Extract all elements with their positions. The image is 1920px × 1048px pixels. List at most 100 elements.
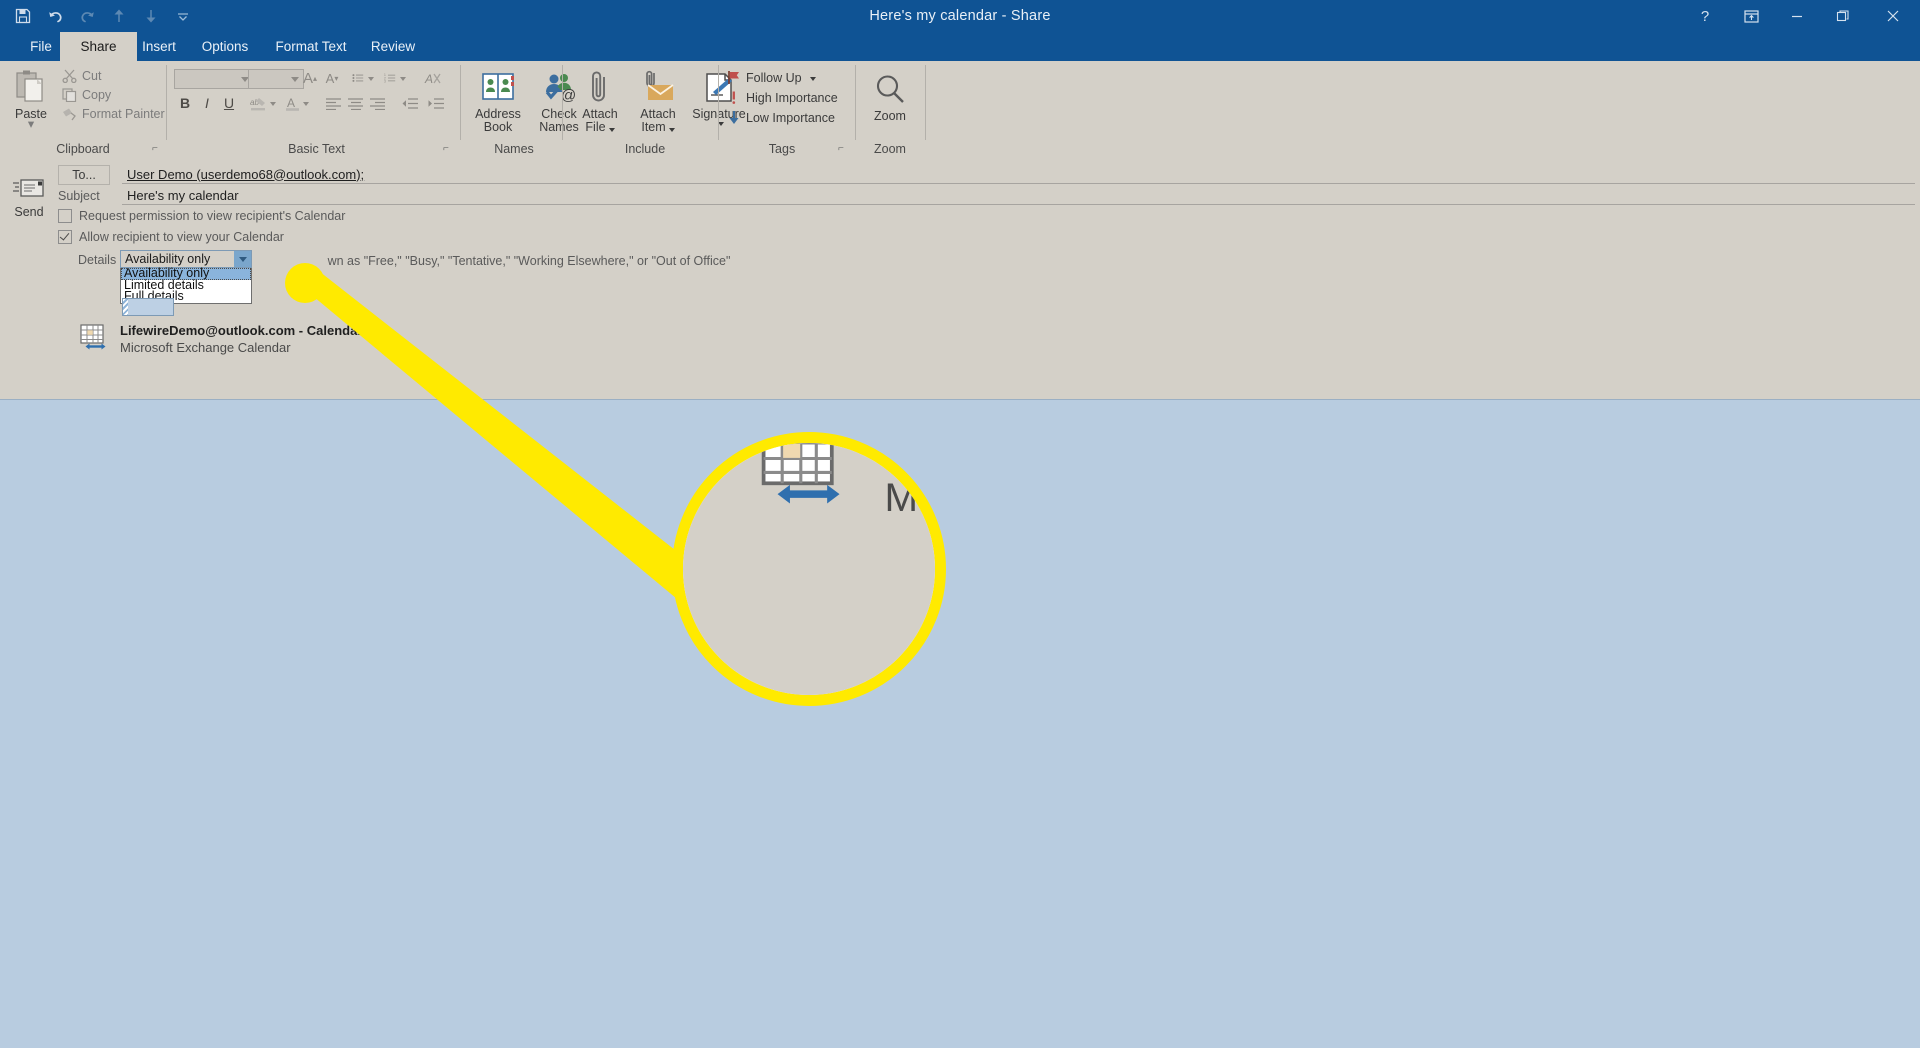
- font-size-combo[interactable]: [248, 69, 304, 89]
- align-left-icon[interactable]: [322, 93, 344, 113]
- details-dropdown[interactable]: Availability only Availability only Limi…: [120, 250, 252, 304]
- paperclip-icon: [587, 65, 613, 105]
- format-painter-button[interactable]: Format Painter: [62, 107, 165, 121]
- subject-field[interactable]: Here's my calendar: [122, 186, 1915, 205]
- high-importance-label: High Importance: [746, 90, 838, 105]
- low-importance-label: Low Importance: [746, 110, 835, 125]
- calendar-attachment-icon: [80, 323, 110, 351]
- allow-view-label: Allow recipient to view your Calendar: [79, 230, 284, 244]
- basic-text-dialog-launcher[interactable]: ⌐: [443, 143, 455, 155]
- high-importance-button[interactable]: High Importance: [727, 90, 838, 105]
- redo-icon[interactable]: [72, 2, 102, 30]
- attach-file-label-2: File: [585, 121, 615, 134]
- paste-icon: [14, 65, 48, 105]
- numbering-icon[interactable]: 123: [384, 69, 406, 87]
- paste-button[interactable]: Paste ▾: [8, 65, 54, 131]
- increase-indent-icon[interactable]: [424, 93, 448, 113]
- request-permission-checkbox[interactable]: [58, 209, 72, 223]
- address-book-button[interactable]: Address Book: [468, 65, 528, 134]
- details-help-text: Calendar will be shown as "Free," "Busy,…: [327, 254, 731, 268]
- to-button[interactable]: To...: [58, 165, 110, 185]
- request-permission-label: Request permission to view recipient's C…: [79, 209, 346, 223]
- send-envelope-icon: [13, 178, 44, 197]
- minimize-icon[interactable]: [1774, 0, 1820, 32]
- chevron-down-icon[interactable]: [234, 251, 251, 267]
- allow-view-checkbox[interactable]: [58, 230, 72, 244]
- decrease-indent-icon[interactable]: [398, 93, 422, 113]
- shrink-font-icon[interactable]: A ▾: [322, 69, 342, 87]
- group-label-tags: Tags: [768, 142, 796, 156]
- cut-button[interactable]: Cut: [62, 69, 101, 83]
- svg-text:3: 3: [384, 80, 386, 84]
- clipboard-dialog-launcher[interactable]: ⌐: [152, 143, 164, 155]
- format-painter-icon: [63, 108, 76, 121]
- font-color-icon[interactable]: A: [282, 93, 312, 113]
- address-book-icon: [480, 65, 516, 105]
- allow-view-checkbox-row[interactable]: Allow recipient to view your Calendar: [58, 230, 284, 244]
- message-body[interactable]: [0, 399, 1920, 1048]
- group-label-zoom: Zoom: [874, 142, 906, 156]
- send-label: Send: [14, 204, 44, 219]
- exclamation-icon: [732, 91, 736, 104]
- chevron-down-icon: [291, 76, 299, 82]
- cut-icon: [62, 69, 77, 83]
- follow-up-label: Follow Up: [746, 70, 802, 85]
- align-right-icon[interactable]: [366, 93, 388, 113]
- attachment-item[interactable]: LifewireDemo@outlook.com - Calendar Micr…: [80, 323, 362, 355]
- close-icon[interactable]: [1866, 0, 1920, 32]
- group-label-clipboard: Clipboard: [56, 142, 110, 156]
- tags-dialog-launcher[interactable]: ⌐: [838, 143, 850, 155]
- copy-button[interactable]: Copy: [62, 88, 111, 102]
- svg-text:A: A: [424, 72, 433, 86]
- details-selection-handle[interactable]: [122, 298, 174, 316]
- follow-up-button[interactable]: Follow Up: [727, 70, 816, 85]
- down-icon[interactable]: [136, 2, 166, 30]
- low-importance-button[interactable]: Low Importance: [727, 110, 835, 125]
- restore-icon[interactable]: [1820, 0, 1866, 32]
- send-button[interactable]: Send: [8, 166, 50, 228]
- tab-review[interactable]: Review: [350, 32, 436, 61]
- bold-icon[interactable]: B: [174, 93, 196, 113]
- font-name-combo[interactable]: [174, 69, 254, 89]
- attachment-title: LifewireDemo@outlook.com - Calendar: [120, 323, 363, 338]
- to-field[interactable]: User Demo (userdemo68@outlook.com);: [122, 165, 1915, 184]
- paste-dropdown-caret[interactable]: ▾: [28, 118, 34, 131]
- save-icon[interactable]: [8, 2, 38, 30]
- subject-value: Here's my calendar: [127, 187, 239, 203]
- italic-icon[interactable]: I: [196, 93, 218, 113]
- flag-icon: [728, 71, 739, 84]
- message-header: Send To... User Demo (userdemo68@outlook…: [0, 158, 1920, 399]
- attach-file-button[interactable]: Attach File: [572, 65, 628, 134]
- cut-label: Cut: [82, 69, 102, 83]
- align-center-icon[interactable]: [344, 93, 366, 113]
- format-painter-label: Format Painter: [82, 107, 165, 121]
- to-recipient: User Demo (userdemo68@outlook.com);: [127, 166, 365, 182]
- group-label-names: Names: [494, 142, 534, 156]
- window-title: Here's my calendar - Share: [869, 8, 1051, 24]
- clear-formatting-icon[interactable]: A: [422, 69, 444, 87]
- ribbon-tabs: File Share Insert Options Format Text Re…: [0, 32, 1920, 61]
- zoom-label: Zoom: [874, 109, 906, 123]
- copy-label: Copy: [82, 88, 112, 102]
- ribbon-display-options-icon[interactable]: [1728, 0, 1774, 32]
- svg-text:A: A: [287, 96, 295, 110]
- attach-item-button[interactable]: Attach Item: [630, 65, 686, 134]
- group-label-basic-text: Basic Text: [288, 142, 345, 156]
- customize-qat-icon[interactable]: [168, 2, 198, 30]
- underline-icon[interactable]: U: [218, 93, 240, 113]
- attach-item-icon: [640, 65, 676, 105]
- address-book-label-2: Book: [483, 120, 513, 134]
- help-icon[interactable]: ?: [1682, 0, 1728, 32]
- text-highlight-icon[interactable]: ab: [248, 93, 278, 113]
- undo-icon[interactable]: [40, 2, 70, 30]
- zoom-button[interactable]: Zoom: [862, 67, 918, 123]
- up-icon[interactable]: [104, 2, 134, 30]
- details-label: Details: [78, 253, 117, 267]
- attachment-text: LifewireDemo@outlook.com - Calendar Micr…: [120, 323, 362, 355]
- bullets-icon[interactable]: [352, 69, 374, 87]
- down-arrow-icon: [729, 111, 739, 124]
- ribbon-group-labels: Clipboard ⌐ Basic Text ⌐ Names Include T…: [0, 140, 1920, 159]
- grow-font-icon[interactable]: A ▴: [300, 69, 320, 87]
- window-controls: ?: [1682, 0, 1920, 32]
- request-permission-checkbox-row[interactable]: Request permission to view recipient's C…: [58, 209, 345, 223]
